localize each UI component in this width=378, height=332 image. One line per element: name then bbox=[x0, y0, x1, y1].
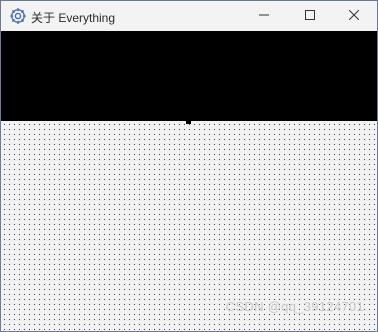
csdn-watermark: CSDN @qq_39124701 bbox=[225, 299, 364, 314]
title-bar[interactable]: 关于 Everything bbox=[1, 1, 377, 31]
window-title: 关于 Everything bbox=[31, 11, 116, 25]
close-icon bbox=[348, 7, 360, 25]
minimize-button[interactable] bbox=[241, 1, 287, 31]
everything-app-icon bbox=[10, 8, 26, 24]
minimize-icon bbox=[259, 7, 269, 25]
close-button[interactable] bbox=[331, 1, 377, 31]
maximize-icon bbox=[305, 7, 315, 25]
about-everything-window: 关于 Everything bbox=[0, 0, 378, 332]
black-banner-panel bbox=[1, 31, 377, 121]
panel-divider-notch bbox=[186, 121, 191, 124]
maximize-button[interactable] bbox=[287, 1, 333, 31]
